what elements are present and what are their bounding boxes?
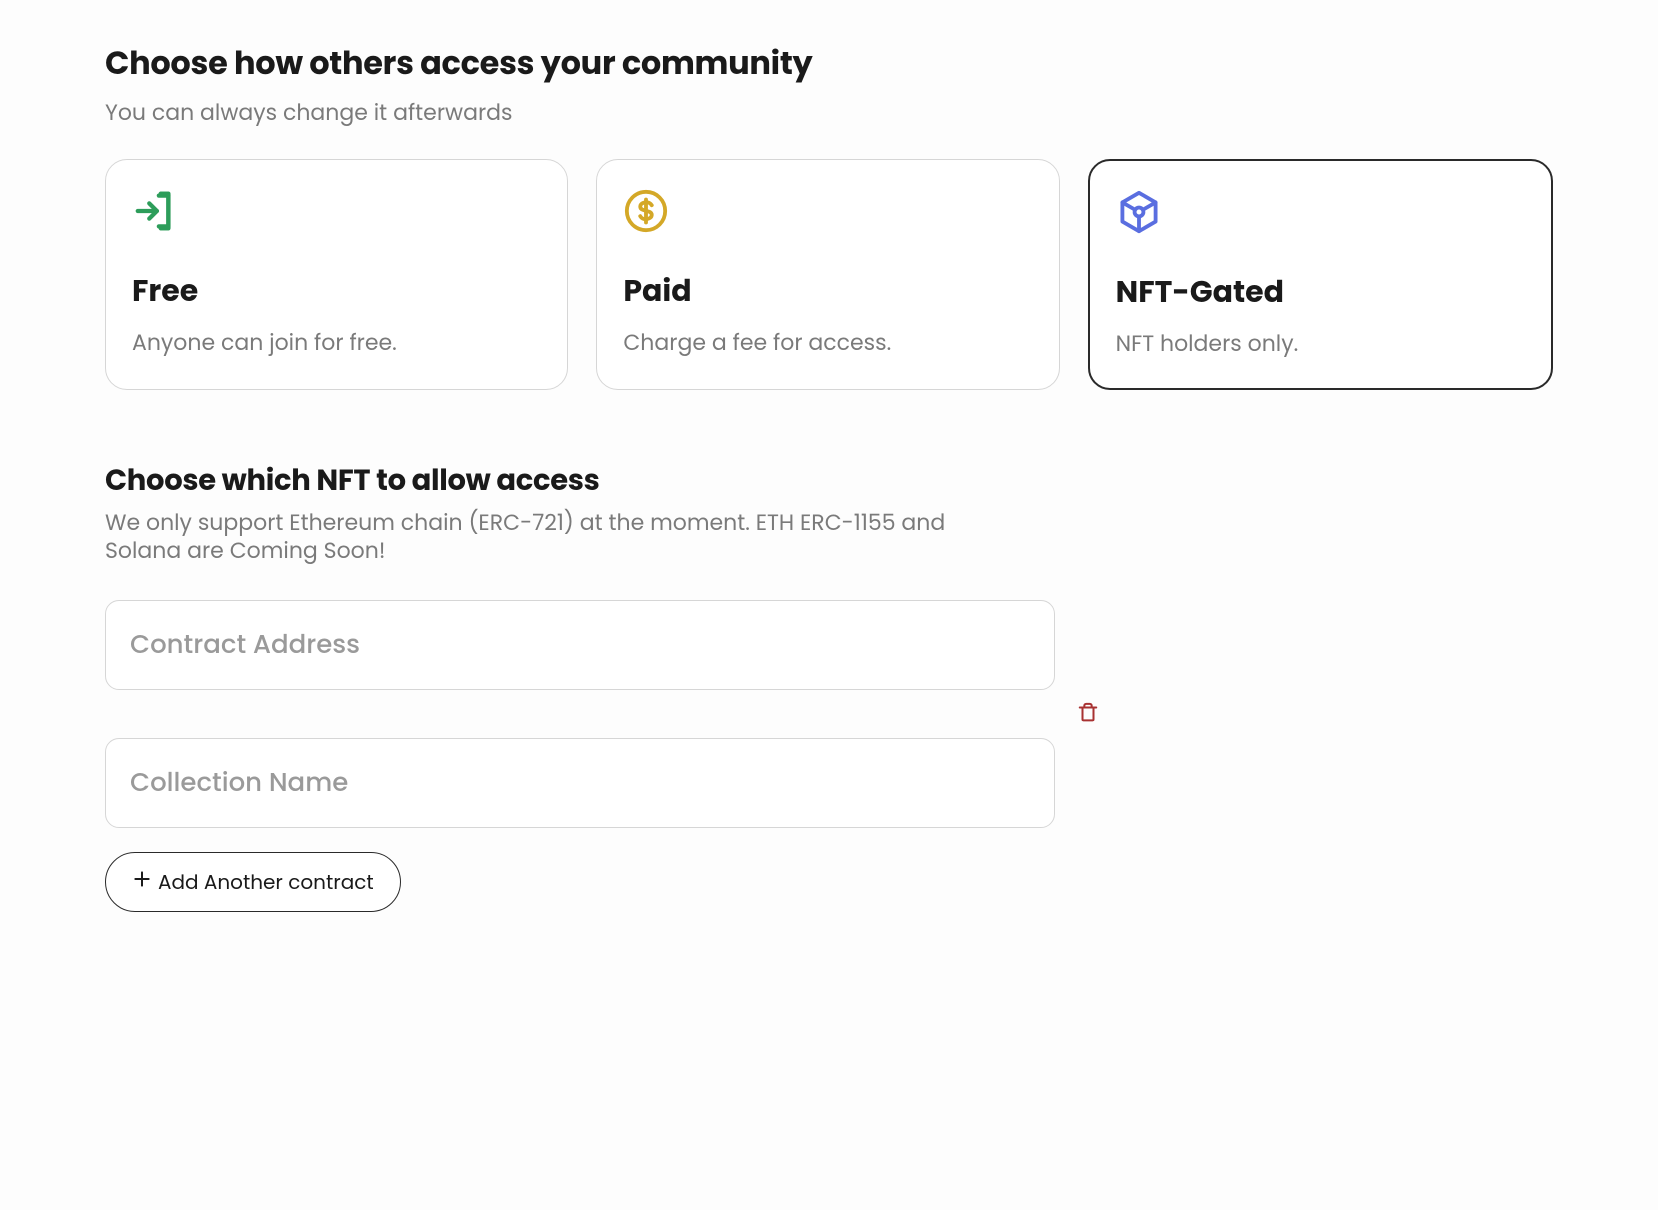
contract-address-input[interactable] [105,600,1055,690]
option-nft-title: NFT-Gated [1116,269,1525,315]
option-free-title: Free [132,268,541,314]
dollar-icon [623,188,669,234]
option-free-desc: Anyone can join for free. [132,326,541,359]
add-another-contract-button[interactable]: Add Another contract [105,852,401,912]
plus-icon [132,867,152,897]
option-paid-desc: Charge a fee for access. [623,326,1032,359]
option-nft-desc: NFT holders only. [1116,327,1525,360]
nft-subtitle: We only support Ethereum chain (ERC-721)… [105,509,1025,564]
option-nft-gated[interactable]: NFT-Gated NFT holders only. [1088,159,1553,390]
access-title: Choose how others access your community [105,40,1553,88]
option-paid-title: Paid [623,268,1032,314]
collection-name-input[interactable] [105,738,1055,828]
login-icon [132,188,178,234]
option-free[interactable]: Free Anyone can join for free. [105,159,568,390]
nft-title: Choose which NFT to allow access [105,460,1553,503]
option-paid[interactable]: Paid Charge a fee for access. [596,159,1059,390]
trash-icon [1077,701,1099,728]
cube-icon [1116,189,1162,235]
delete-contract-button[interactable] [1075,701,1101,727]
access-subtitle: You can always change it afterwards [105,96,1553,129]
access-options: Free Anyone can join for free. Paid Char… [105,159,1553,390]
contract-group [105,600,1055,828]
add-another-contract-label: Add Another contract [158,867,374,897]
